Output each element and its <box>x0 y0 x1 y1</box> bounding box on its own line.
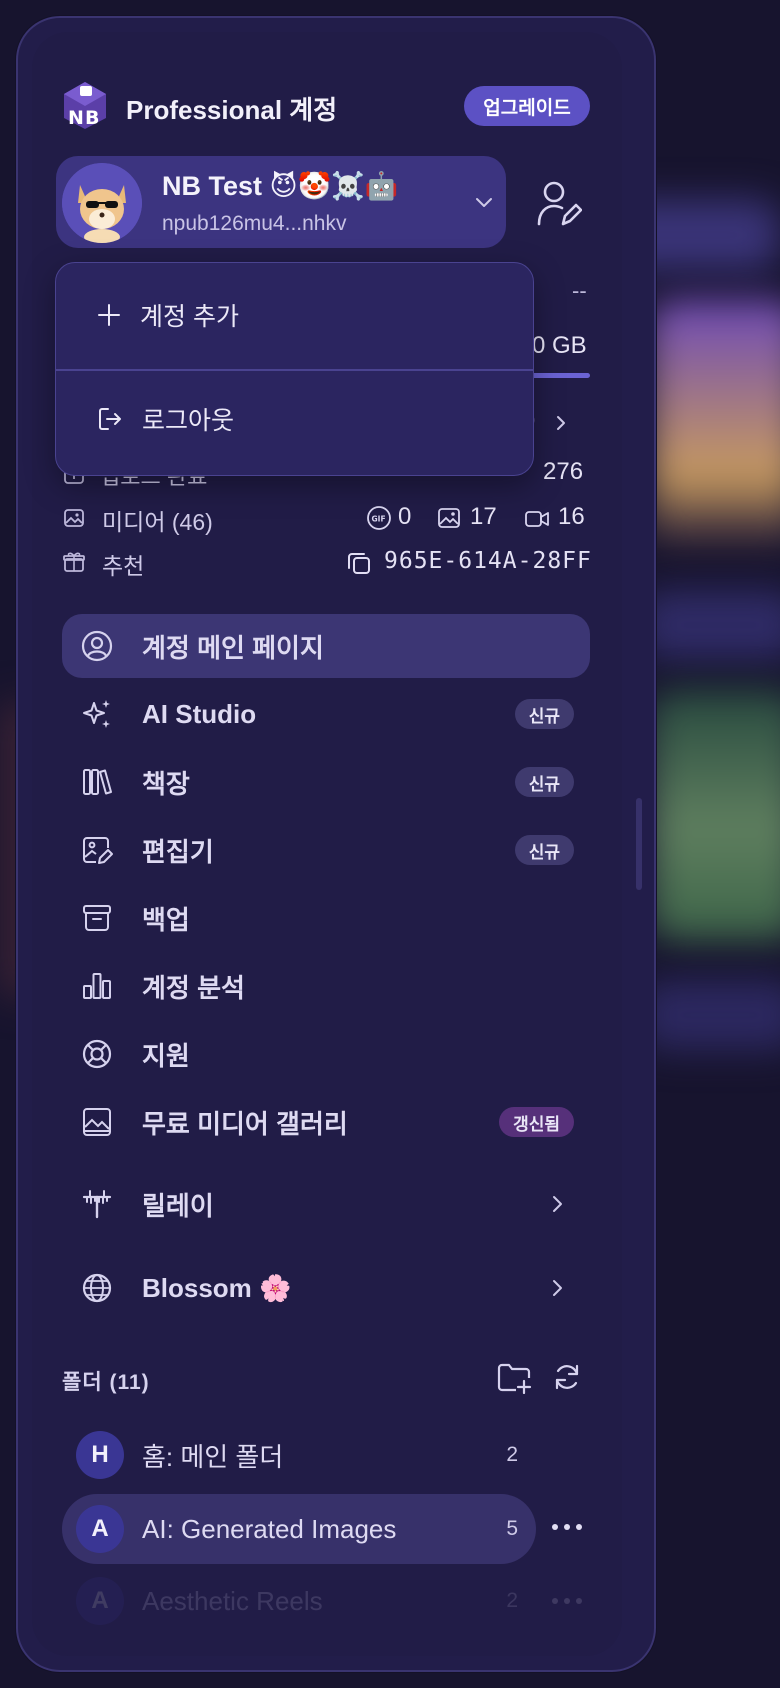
gallery-icon <box>83 1108 111 1136</box>
archive-icon <box>83 905 111 931</box>
logout-label: 로그아웃 <box>142 407 235 435</box>
referral-code[interactable]: 965E-614A-28FF <box>384 548 592 574</box>
chevron-right-icon <box>553 1196 562 1212</box>
copy-icon[interactable] <box>346 550 372 576</box>
folder-item-home[interactable]: H 홈: 메인 폴더 2 <box>62 1420 536 1490</box>
logout-menu-item[interactable]: 로그아웃 <box>96 401 234 437</box>
folder-count: 2 <box>506 1589 518 1612</box>
image-count: 17 <box>470 503 497 530</box>
image-icon <box>438 508 460 528</box>
folder-name: Aesthetic Reels <box>142 1585 323 1616</box>
new-badge: 신규 <box>514 699 574 729</box>
new-badge: 신규 <box>514 835 574 865</box>
new-folder-icon[interactable] <box>496 1360 532 1394</box>
nav-label: 책장 <box>142 768 190 799</box>
referral-label: 추천 <box>102 553 145 579</box>
folder-count: 2 <box>506 1443 518 1466</box>
nav-item-account-main[interactable]: 계정 메인 페이지 <box>62 614 590 678</box>
nav-label: 백업 <box>142 904 190 935</box>
chevron-down-icon[interactable] <box>472 190 496 214</box>
account-name: NB Test 😈🤡☠️🤖 <box>162 171 399 201</box>
gift-icon <box>63 552 85 572</box>
folders-heading: 폴더 (11) <box>62 1371 150 1394</box>
folder-initial: H <box>76 1431 124 1479</box>
refresh-icon[interactable] <box>552 1362 582 1392</box>
nav-item-free-media-gallery[interactable]: 무료 미디어 갤러리 갱신됨 <box>62 1090 590 1154</box>
gif-count: 0 <box>398 503 412 530</box>
chevron-right-icon <box>553 1280 562 1296</box>
bookshelf-icon <box>83 769 112 795</box>
nav-item-ai-studio[interactable]: AI Studio 신규 <box>62 682 590 746</box>
folder-initial: A <box>76 1505 124 1553</box>
account-type-title: Professional 계정 <box>126 95 338 125</box>
bar-chart-icon <box>83 973 111 999</box>
folder-name: 홈: 메인 폴더 <box>142 1441 284 1472</box>
folder-item-aesthetic-reels[interactable]: A Aesthetic Reels 2 <box>62 1566 536 1636</box>
nav-item-bookshelf[interactable]: 책장 신규 <box>62 750 590 814</box>
storage-value: 0 GB <box>532 332 587 359</box>
nb-logo-icon: N B <box>64 82 106 129</box>
nav-label: 계정 메인 페이지 <box>142 632 324 663</box>
folder-name: AI: Generated Images <box>142 1513 397 1544</box>
nav-label: 지원 <box>142 1040 190 1071</box>
account-npub: npub126mu4...nhkv <box>162 212 347 235</box>
video-icon <box>525 511 549 527</box>
lifebuoy-icon <box>82 1039 112 1069</box>
hidden-stat-value: -- <box>572 278 587 303</box>
more-options-icon[interactable] <box>550 1522 584 1532</box>
media-label: 미디어 (46) <box>102 509 213 535</box>
sparkles-icon <box>83 700 110 728</box>
nav-item-relay[interactable]: 릴레이 <box>62 1172 590 1236</box>
add-account-menu-item[interactable]: 계정 추가 <box>96 297 239 333</box>
nav-label: AI Studio <box>142 698 257 729</box>
nav-item-backup[interactable]: 백업 <box>62 886 590 950</box>
relay-icon <box>82 1190 112 1219</box>
chevron-right-icon[interactable] <box>552 412 570 434</box>
folder-initial: A <box>76 1577 124 1625</box>
svg-text:GIF: GIF <box>372 515 386 524</box>
svg-text:N: N <box>68 107 84 129</box>
new-badge: 신규 <box>514 767 574 797</box>
image-edit-icon <box>83 837 113 864</box>
account-dropdown-menu: 계정 추가 로그아웃 <box>55 262 534 476</box>
user-circle-icon <box>81 630 113 662</box>
updated-badge: 갱신됨 <box>499 1107 574 1137</box>
nav-label: Blossom 🌸 <box>142 1272 292 1303</box>
nav-label: 무료 미디어 갤러리 <box>142 1108 348 1139</box>
more-options-icon[interactable] <box>550 1596 584 1606</box>
nav-item-blossom[interactable]: Blossom 🌸 <box>62 1256 590 1320</box>
video-count: 16 <box>558 503 585 530</box>
add-account-label: 계정 추가 <box>140 303 239 331</box>
nav-item-support[interactable]: 지원 <box>62 1022 590 1086</box>
dropdown-divider <box>56 369 533 371</box>
upgrade-button[interactable]: 업그레이드 <box>464 86 590 126</box>
nav-label: 릴레이 <box>142 1190 214 1221</box>
media-icon <box>64 509 84 527</box>
plus-icon <box>98 304 120 326</box>
gif-icon: GIF <box>367 506 391 530</box>
nav-item-editor[interactable]: 편집기 신규 <box>62 818 590 882</box>
upload-count: 276 <box>543 458 584 485</box>
switch-user-icon[interactable] <box>536 178 582 230</box>
svg-text:B: B <box>85 107 99 129</box>
globe-icon <box>82 1273 112 1303</box>
scrollbar-thumb[interactable] <box>636 798 642 890</box>
nav-item-analytics[interactable]: 계정 분석 <box>62 954 590 1018</box>
nav-label: 편집기 <box>142 836 214 867</box>
logout-icon <box>99 408 121 430</box>
avatar <box>62 163 142 243</box>
folder-count: 5 <box>506 1517 518 1540</box>
folder-item-ai-generated[interactable]: A AI: Generated Images 5 <box>62 1494 536 1564</box>
nav-label: 계정 분석 <box>142 972 245 1003</box>
